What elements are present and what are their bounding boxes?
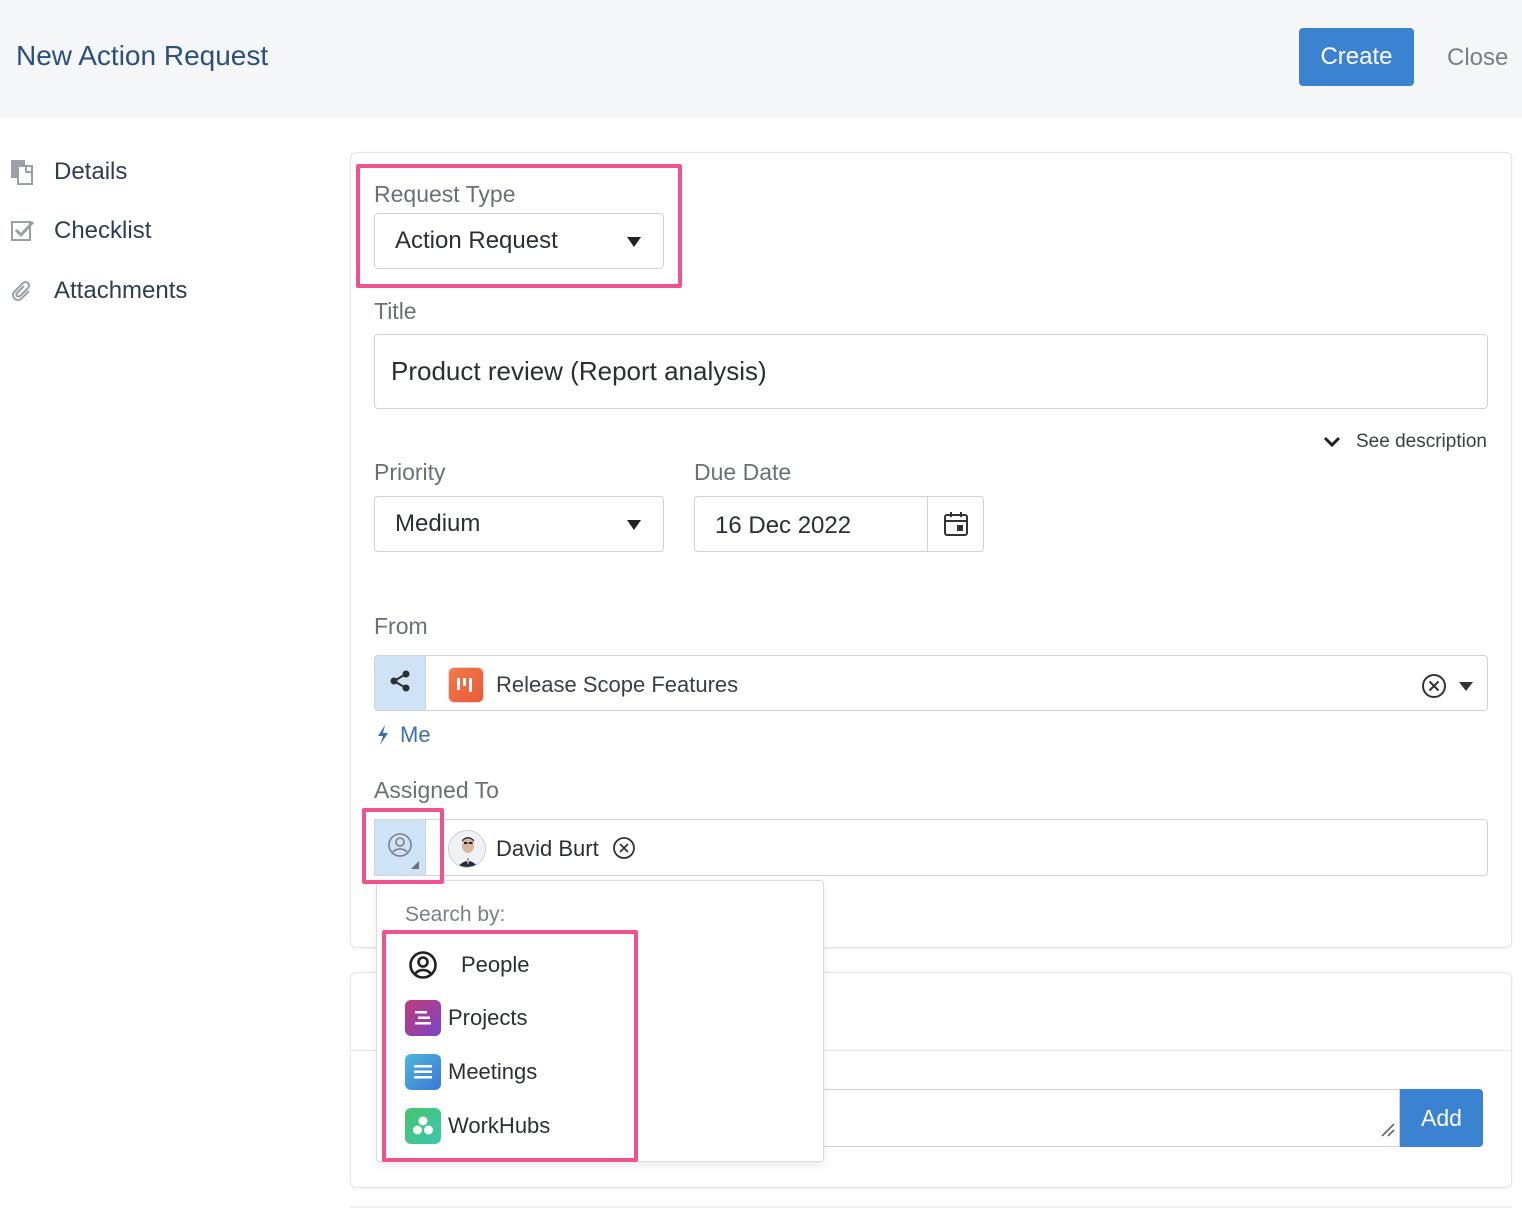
sidebar-item-attachments[interactable]: Attachments [8, 276, 187, 306]
priority-label: Priority [374, 459, 446, 485]
request-type-select[interactable]: Action Request [374, 213, 664, 269]
chevron-down-icon [1322, 435, 1342, 449]
assigned-to-field[interactable]: David Burt [426, 819, 1488, 876]
due-date-label: Due Date [694, 459, 792, 485]
search-by-toggle[interactable] [374, 819, 426, 876]
search-option-workhubs[interactable]: WorkHubs [405, 1108, 550, 1144]
caret-down-icon[interactable] [1459, 682, 1473, 691]
share-icon [388, 669, 412, 698]
meetings-icon [405, 1054, 441, 1090]
title-label: Title [374, 298, 417, 324]
person-circle-icon [405, 947, 441, 983]
from-label: From [374, 613, 428, 639]
projects-icon [405, 1000, 441, 1036]
me-link[interactable]: Me [376, 722, 431, 748]
from-value: Release Scope Features [496, 672, 739, 697]
person-circle-icon [387, 832, 413, 863]
lightning-icon [378, 725, 388, 745]
me-link-label: Me [400, 722, 431, 747]
resize-handle-icon[interactable] [1379, 1121, 1395, 1142]
search-option-projects[interactable]: Projects [405, 1000, 527, 1036]
workhubs-icon [405, 1108, 441, 1144]
calendar-icon[interactable] [927, 497, 983, 551]
option-label: Projects [448, 1005, 528, 1030]
option-label: Meetings [448, 1059, 538, 1084]
search-by-dropdown: Search by: People Projects Meetings Work… [376, 880, 824, 1162]
header-bar: New Action Request Create Close [0, 0, 1522, 118]
title-input[interactable]: Product review (Report analysis) [374, 334, 1488, 409]
due-date-field[interactable]: 16 Dec 2022 [694, 496, 984, 552]
sidebar-item-label: Attachments [54, 277, 188, 304]
search-option-people[interactable]: People [405, 947, 530, 983]
comment-input[interactable] [824, 1089, 1400, 1147]
caret-down-icon [627, 520, 641, 530]
option-label: People [461, 952, 530, 977]
request-type-value: Action Request [395, 227, 558, 254]
due-date-value: 16 Dec 2022 [715, 512, 852, 539]
option-label: WorkHubs [448, 1113, 551, 1138]
from-select[interactable]: Release Scope Features [426, 655, 1488, 711]
paperclip-icon [8, 276, 38, 306]
page-title: New Action Request [16, 40, 269, 71]
request-type-label: Request Type [374, 181, 516, 207]
from-source-toggle[interactable] [374, 655, 426, 711]
title-value: Product review (Report analysis) [391, 356, 767, 386]
sidebar-item-label: Checklist [54, 217, 152, 244]
create-button[interactable]: Create [1299, 28, 1414, 86]
priority-value: Medium [395, 510, 481, 537]
checkbox-icon [8, 216, 38, 246]
avatar [448, 830, 486, 868]
divider [350, 1206, 1512, 1208]
search-option-meetings[interactable]: Meetings [405, 1054, 537, 1090]
caret-down-icon [627, 237, 641, 247]
search-by-title: Search by: [405, 903, 506, 926]
corner-indicator [411, 861, 419, 869]
close-button[interactable]: Close [1447, 44, 1508, 72]
see-description-label: See description [1356, 431, 1487, 452]
add-button[interactable]: Add [1400, 1089, 1483, 1147]
assignee-name: David Burt [496, 836, 599, 861]
sidebar-item-details[interactable]: Details [8, 157, 127, 187]
assigned-to-label: Assigned To [374, 777, 499, 803]
remove-assignee-icon[interactable] [612, 836, 636, 865]
clear-icon[interactable] [1421, 673, 1447, 704]
document-icon [8, 157, 38, 187]
priority-select[interactable]: Medium [374, 496, 664, 552]
see-description-toggle[interactable]: See description [1322, 431, 1487, 453]
project-icon [448, 667, 484, 703]
sidebar-item-label: Details [54, 158, 128, 185]
sidebar-item-checklist[interactable]: Checklist [8, 216, 151, 246]
